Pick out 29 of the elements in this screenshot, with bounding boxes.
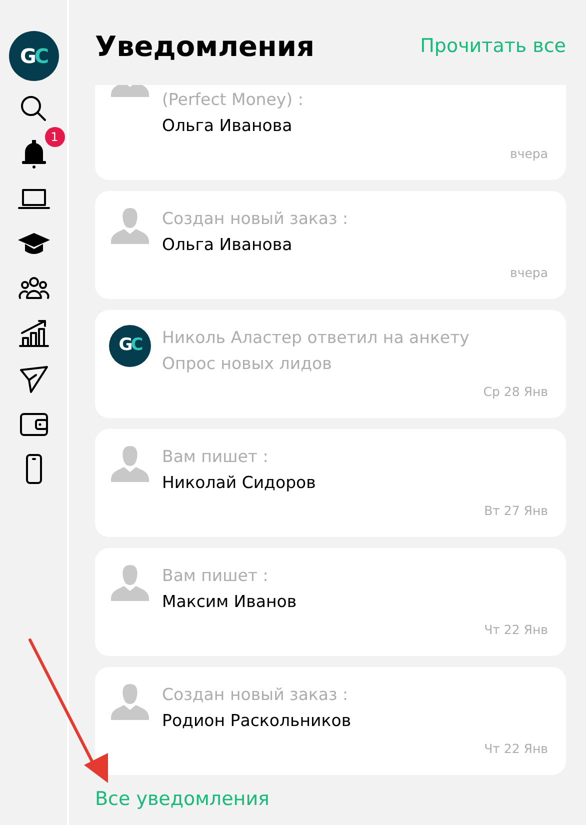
notification-count: 1 <box>44 127 64 147</box>
sender-name: Ольга Иванова <box>162 115 294 137</box>
notification-date: Чт 22 Янв <box>484 740 548 758</box>
sender-name: Ольга Иванова <box>162 234 294 256</box>
notification-card[interactable]: Вам пишет : Николай Сидоров Вт 27 Янв <box>95 429 566 537</box>
sender-name: Родион Раскольников <box>162 710 352 732</box>
notification-text: Вам пишет : <box>162 565 270 587</box>
avatar: GC <box>109 325 151 367</box>
notification-date: Вт 27 Янв <box>484 502 548 520</box>
notification-text: Вам пишет : <box>162 446 270 468</box>
notification-card[interactable]: Вам пишет : Максим Иванов Чт 22 Янв <box>95 548 566 656</box>
notification-text: Николь Аластер ответил на анкету <box>162 327 470 349</box>
notification-text: Создан новый заказ : <box>162 208 348 230</box>
notification-card[interactable]: Создан новый заказ : Ольга Иванова вчера <box>95 191 566 299</box>
page-title: Уведомления <box>95 30 314 64</box>
sender-name: Максим Иванов <box>162 591 297 613</box>
bell-icon[interactable] <box>22 140 46 168</box>
notification-card[interactable]: (Perfect Money) : Ольга Иванова вчера <box>95 85 566 180</box>
notification-card[interactable]: Создан новый заказ : Родион Раскольников Чт 22 Янв <box>95 667 566 775</box>
notification-date: вчера <box>510 145 548 164</box>
notification-date: Чт 22 Янв <box>484 621 548 640</box>
notification-card[interactable]: GC Николь Аластер ответил на анкету Опрос новых лидов Ср 28 Янв <box>95 310 566 418</box>
notification-text: (Perfect Money) : <box>162 89 304 111</box>
logo[interactable]: GC <box>8 31 58 81</box>
notification-date: вчера <box>510 264 548 282</box>
sender-name: Николай Сидоров <box>162 472 316 494</box>
notification-text: Опрос новых лидов <box>162 353 333 375</box>
notification-text: Создан новый заказ : <box>162 684 350 706</box>
notification-date: Ср 28 Янв <box>483 383 548 402</box>
